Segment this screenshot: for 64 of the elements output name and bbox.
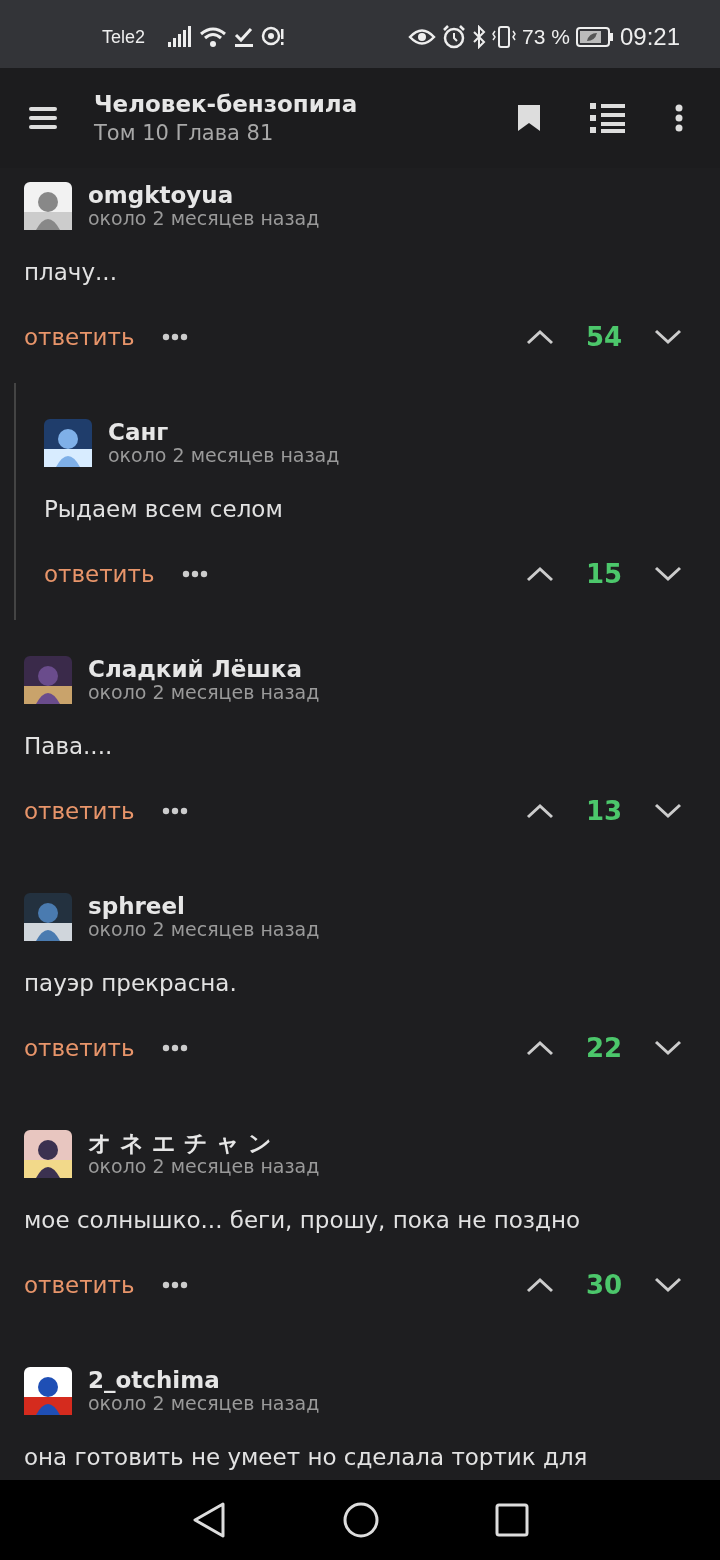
signal-icon [167,26,194,48]
upvote-icon[interactable] [526,329,554,345]
comment-time: около 2 месяцев назад [88,208,320,231]
vote-score: 15 [584,559,624,589]
wifi-icon [199,26,228,48]
battery-icon [575,26,614,48]
downvote-icon[interactable] [654,1277,682,1293]
comment-text: Рыдаем всем селом [44,495,284,524]
chapter-subtitle: Том 10 Глава 81 [94,121,275,145]
comment-time: около 2 месяцев назад [88,1156,320,1179]
upvote-icon[interactable] [526,1277,554,1293]
more-icon[interactable] [162,1281,189,1289]
reply-link[interactable]: ответить [24,324,135,350]
comment-text: она готовить не умеет но сделала тортик для [24,1443,589,1472]
comment-time: около 2 месяцев назад [108,445,340,468]
manga-title: Человек-бензопила [94,91,359,117]
vibrate-icon [492,25,517,49]
comment-text: мое солнышко... беги, прошу, пока не поздно [24,1206,581,1235]
comment-text: плачу... [24,258,118,287]
author-name[interactable]: omgktoyua [88,181,320,209]
reply-link[interactable]: ответить [24,1035,135,1061]
bookmark-icon[interactable] [516,103,542,133]
author-name[interactable]: オ ネ エ チ ャ ン [88,1129,320,1157]
clock: 09:21 [619,23,680,51]
reply-link[interactable]: ответить [44,561,155,587]
menu-icon[interactable] [28,106,58,130]
downvote-icon[interactable] [654,329,682,345]
recents-icon[interactable] [495,1503,529,1537]
more-icon[interactable] [162,333,189,341]
check-icon [233,26,256,48]
author-name[interactable]: sphreel [88,892,320,920]
vote-score: 13 [584,796,624,826]
comment-text: пауэр прекрасна. [24,969,238,998]
more-icon[interactable] [182,570,209,578]
author-name[interactable]: 2_otchima [88,1366,320,1394]
upvote-icon[interactable] [526,1040,554,1056]
downvote-icon[interactable] [654,803,682,819]
upvote-icon[interactable] [526,566,554,582]
carrier-name: Tele2 [102,26,146,48]
reply-link[interactable]: ответить [24,1272,135,1298]
bluetooth-icon [472,25,487,49]
downvote-icon[interactable] [654,1040,682,1056]
vote-score: 22 [584,1033,624,1063]
more-icon[interactable] [162,807,189,815]
target-icon [261,26,286,48]
comment-time: около 2 месяцев назад [88,1393,320,1416]
more-icon[interactable] [162,1044,189,1052]
alarm-icon [442,25,467,49]
author-name[interactable]: Санг [108,418,340,446]
reply-link[interactable]: ответить [24,798,135,824]
home-icon[interactable] [343,1502,379,1538]
upvote-icon[interactable] [526,803,554,819]
vote-score: 54 [584,322,624,352]
vote-score: 30 [584,1270,624,1300]
eye-icon [408,26,437,48]
comment-time: около 2 месяцев назад [88,919,320,942]
back-icon[interactable] [191,1501,227,1539]
numbered-list-icon[interactable] [590,102,626,134]
comment-time: около 2 месяцев назад [88,682,320,705]
comment-text: Пава.... [24,732,114,761]
author-name[interactable]: Сладкий Лёшка [88,655,320,683]
downvote-icon[interactable] [654,566,682,582]
more-icon[interactable] [674,104,684,132]
battery-percent: 73 % [522,25,570,49]
